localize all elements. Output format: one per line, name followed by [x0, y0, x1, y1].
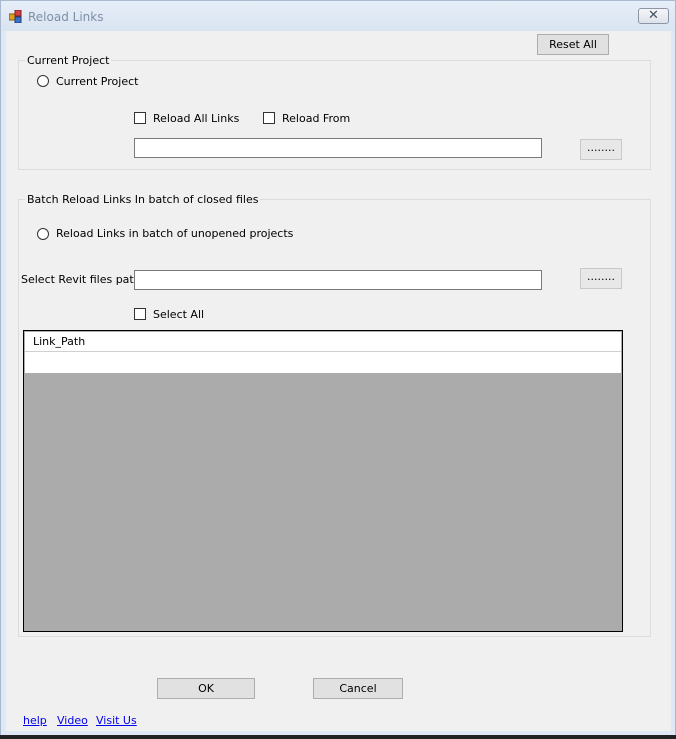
reset-all-label: Reset All — [549, 38, 597, 51]
visit-us-link[interactable]: Visit Us — [96, 714, 137, 727]
ok-label: OK — [198, 682, 214, 695]
reload-links-window: Reload Links ✕ Reset All Current Project… — [0, 0, 676, 739]
dialog-client-area: Reset All Current Project Current Projec… — [6, 31, 671, 731]
link-path-grid[interactable]: Link_Path — [23, 330, 623, 632]
reset-all-button[interactable]: Reset All — [537, 34, 609, 55]
video-link[interactable]: Video — [57, 714, 88, 727]
browse-label: ........ — [587, 270, 615, 283]
select-all-checkbox[interactable] — [134, 308, 146, 320]
browse-label: ........ — [587, 141, 615, 154]
grid-column-header[interactable]: Link_Path — [25, 332, 621, 352]
cancel-label: Cancel — [339, 682, 377, 695]
reload-from-browse-button[interactable]: ........ — [580, 139, 622, 160]
reload-all-links-label: Reload All Links — [153, 112, 240, 125]
table-row[interactable] — [25, 352, 621, 373]
batch-reload-group-label: Batch Reload Links In batch of closed fi… — [25, 193, 261, 206]
select-all-label: Select All — [153, 308, 205, 321]
reload-all-links-checkbox[interactable] — [134, 112, 146, 124]
batch-unopened-radio[interactable] — [37, 228, 49, 240]
reload-from-path-input[interactable] — [134, 138, 542, 158]
batch-unopened-radio-label: Reload Links in batch of unopened projec… — [56, 227, 294, 240]
help-link[interactable]: help — [23, 714, 47, 727]
reload-from-label: Reload From — [282, 112, 351, 125]
window-title: Reload Links — [28, 10, 104, 24]
title-bar: Reload Links ✕ — [1, 1, 675, 31]
revit-path-browse-button[interactable]: ........ — [580, 268, 622, 289]
desktop-edge — [0, 735, 676, 739]
current-project-group-label: Current Project — [25, 54, 112, 67]
links-app-icon — [9, 10, 22, 23]
link-path-column-label: Link_Path — [33, 335, 86, 348]
current-project-radio[interactable] — [37, 75, 49, 87]
revit-files-path-input[interactable] — [134, 270, 542, 290]
close-button[interactable]: ✕ — [638, 8, 669, 24]
current-project-radio-label: Current Project — [56, 75, 139, 88]
ok-button[interactable]: OK — [157, 678, 255, 699]
cancel-button[interactable]: Cancel — [313, 678, 403, 699]
revit-path-label: Select Revit files path — [21, 273, 141, 286]
close-icon: ✕ — [648, 8, 659, 23]
reload-from-checkbox[interactable] — [263, 112, 275, 124]
